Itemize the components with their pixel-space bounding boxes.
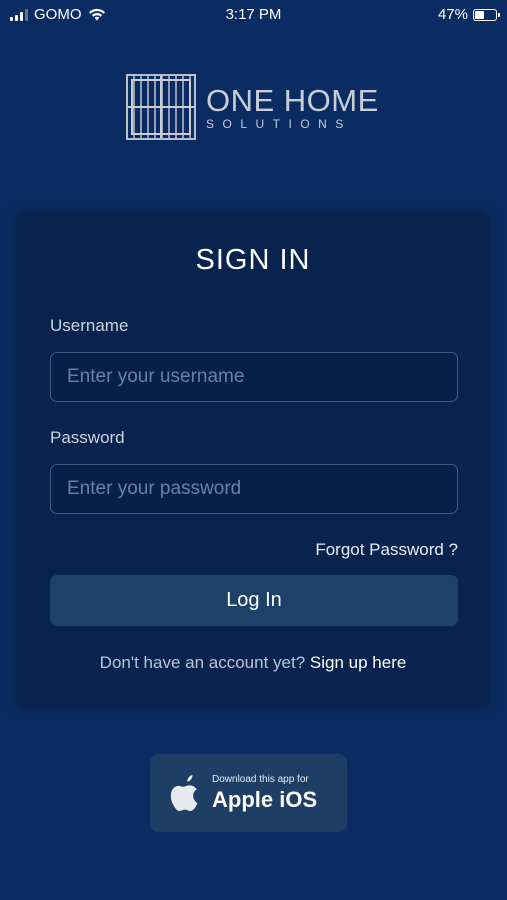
- one-home-logo: ONE HOME SOLUTIONS: [126, 73, 386, 141]
- download-ios-badge[interactable]: Download this app for Apple iOS: [150, 754, 347, 832]
- signup-link[interactable]: Sign up here: [310, 653, 406, 672]
- no-account-text: Don't have an account yet?: [99, 653, 306, 672]
- badge-small-text: Download this app for: [212, 774, 309, 785]
- battery-icon: [473, 8, 500, 21]
- forgot-password-link[interactable]: Forgot Password ?: [315, 540, 458, 560]
- logo-title: ONE HOME: [206, 82, 379, 118]
- password-input[interactable]: [50, 464, 458, 514]
- username-input[interactable]: [50, 352, 458, 402]
- logo-subtitle: SOLUTIONS: [206, 116, 352, 131]
- signup-row: Don't have an account yet? Sign up here: [16, 653, 490, 673]
- signin-title: SIGN IN: [195, 244, 311, 276]
- signin-card: SIGN IN Username Password Forgot Passwor…: [16, 212, 490, 708]
- login-button[interactable]: Log In: [50, 575, 458, 626]
- battery-percent: 47%: [437, 6, 468, 23]
- password-label: Password: [50, 428, 125, 447]
- logo-text: ONE HOME SOLUTIONS: [206, 85, 379, 130]
- apple-icon: [170, 775, 198, 811]
- username-label: Username: [50, 316, 129, 335]
- battery-level: [475, 10, 485, 19]
- badge-text: Download this app for Apple iOS: [212, 775, 317, 811]
- logo-mark-icon: [126, 74, 196, 140]
- status-time: 3:17 PM: [225, 6, 282, 23]
- status-bar: GOMO 3:17 PM 47%: [0, 0, 507, 30]
- badge-big-text: Apple iOS: [212, 787, 318, 812]
- status-right: 47%: [437, 6, 500, 23]
